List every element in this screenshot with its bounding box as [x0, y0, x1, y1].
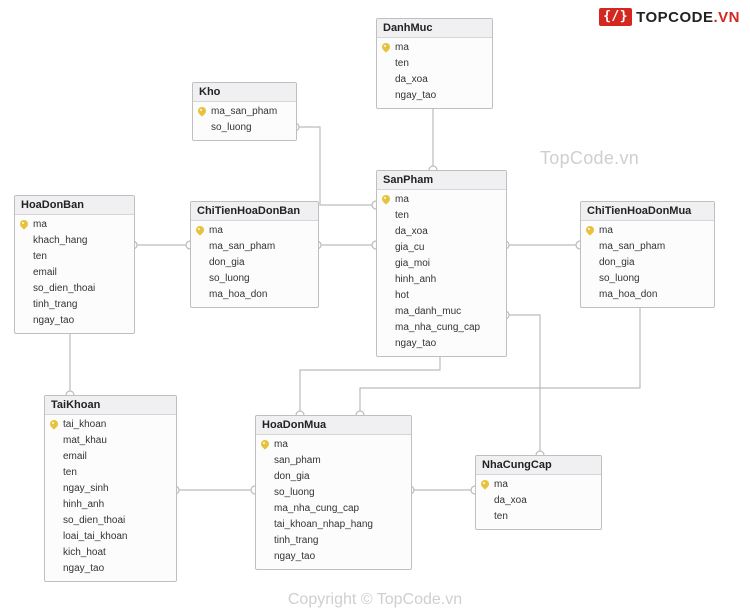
field: ma_hoa_don: [585, 287, 708, 303]
field: ngay_tao: [381, 88, 486, 104]
field: ngay_tao: [381, 336, 500, 352]
entity-title: Kho: [193, 83, 296, 102]
field: tinh_trang: [260, 533, 405, 549]
field: ma_nha_cung_cap: [260, 501, 405, 517]
field: ngay_sinh: [49, 481, 170, 497]
field: so_dien_thoai: [19, 281, 128, 297]
field: don_gia: [195, 255, 312, 271]
entity-sanpham: SanPham matenda_xoagia_cugia_moihinh_anh…: [376, 170, 507, 357]
entity-fields: matenda_xoangay_tao: [377, 38, 492, 108]
field: tinh_trang: [19, 297, 128, 313]
field: so_luong: [260, 485, 405, 501]
entity-fields: makhach_hangtenemailso_dien_thoaitinh_tr…: [15, 215, 134, 333]
field: don_gia: [260, 469, 405, 485]
entity-title: DanhMuc: [377, 19, 492, 38]
field: gia_cu: [381, 240, 500, 256]
field: da_xoa: [381, 72, 486, 88]
field: email: [19, 265, 128, 281]
entity-title: ChiTienHoaDonBan: [191, 202, 318, 221]
brand-mark: {/}: [599, 8, 632, 26]
pk-field: ma: [195, 223, 312, 239]
entity-title: NhaCungCap: [476, 456, 601, 475]
entity-hoadonmua: HoaDonMua masan_phamdon_giaso_luongma_nh…: [255, 415, 412, 570]
field: mat_khau: [49, 433, 170, 449]
field: san_pham: [260, 453, 405, 469]
entity-kho: Kho ma_san_phamso_luong: [192, 82, 297, 141]
entity-fields: mama_san_phamdon_giaso_luongma_hoa_don: [191, 221, 318, 307]
entity-fields: masan_phamdon_giaso_luongma_nha_cung_cap…: [256, 435, 411, 569]
field: ma_hoa_don: [195, 287, 312, 303]
field: ngay_tao: [19, 313, 128, 329]
pk-field: ma: [381, 40, 486, 56]
field: da_xoa: [381, 224, 500, 240]
field: kich_hoat: [49, 545, 170, 561]
brand-name-a: TOPCODE: [636, 9, 713, 26]
field: hinh_anh: [381, 272, 500, 288]
entity-fields: ma_san_phamso_luong: [193, 102, 296, 140]
field: so_luong: [197, 120, 290, 136]
field: ten: [49, 465, 170, 481]
entity-taikhoan: TaiKhoan tai_khoanmat_khauemailtenngay_s…: [44, 395, 177, 582]
field: loai_tai_khoan: [49, 529, 170, 545]
field: da_xoa: [480, 493, 595, 509]
field: gia_moi: [381, 256, 500, 272]
entity-fields: tai_khoanmat_khauemailtenngay_sinhhinh_a…: [45, 415, 176, 581]
pk-field: ma_san_pham: [197, 104, 290, 120]
watermark-bottom: Copyright © TopCode.vn: [0, 591, 750, 609]
field: ten: [381, 56, 486, 72]
pk-field: ma: [260, 437, 405, 453]
field: so_luong: [585, 271, 708, 287]
entity-fields: mada_xoaten: [476, 475, 601, 529]
field: don_gia: [585, 255, 708, 271]
field: ma_nha_cung_cap: [381, 320, 500, 336]
field: tai_khoan_nhap_hang: [260, 517, 405, 533]
pk-field: ma: [381, 192, 500, 208]
entity-title: HoaDonBan: [15, 196, 134, 215]
pk-field: tai_khoan: [49, 417, 170, 433]
entity-chitienhoadonmua: ChiTienHoaDonMua mama_san_phamdon_giaso_…: [580, 201, 715, 308]
entity-fields: matenda_xoagia_cugia_moihinh_anhhotma_da…: [377, 190, 506, 356]
entity-fields: mama_san_phamdon_giaso_luongma_hoa_don: [581, 221, 714, 307]
field: ma_san_pham: [195, 239, 312, 255]
field: email: [49, 449, 170, 465]
field: ngay_tao: [260, 549, 405, 565]
field: ten: [480, 509, 595, 525]
brand-name-b: .VN: [713, 9, 740, 26]
pk-field: ma: [19, 217, 128, 233]
field: ma_danh_muc: [381, 304, 500, 320]
field: hinh_anh: [49, 497, 170, 513]
entity-title: TaiKhoan: [45, 396, 176, 415]
entity-hoadonban: HoaDonBan makhach_hangtenemailso_dien_th…: [14, 195, 135, 334]
watermark-top: TopCode.vn: [540, 148, 639, 169]
field: ten: [19, 249, 128, 265]
field: so_dien_thoai: [49, 513, 170, 529]
field: ngay_tao: [49, 561, 170, 577]
entity-danhmuc: DanhMuc matenda_xoangay_tao: [376, 18, 493, 109]
pk-field: ma: [480, 477, 595, 493]
entity-chitienhoadonban: ChiTienHoaDonBan mama_san_phamdon_giaso_…: [190, 201, 319, 308]
brand-logo: {/} TOPCODE.VN: [599, 8, 740, 26]
entity-nhacungcap: NhaCungCap mada_xoaten: [475, 455, 602, 530]
entity-title: ChiTienHoaDonMua: [581, 202, 714, 221]
field: ten: [381, 208, 500, 224]
field: so_luong: [195, 271, 312, 287]
pk-field: ma: [585, 223, 708, 239]
field: khach_hang: [19, 233, 128, 249]
entity-title: HoaDonMua: [256, 416, 411, 435]
entity-title: SanPham: [377, 171, 506, 190]
field: ma_san_pham: [585, 239, 708, 255]
field: hot: [381, 288, 500, 304]
